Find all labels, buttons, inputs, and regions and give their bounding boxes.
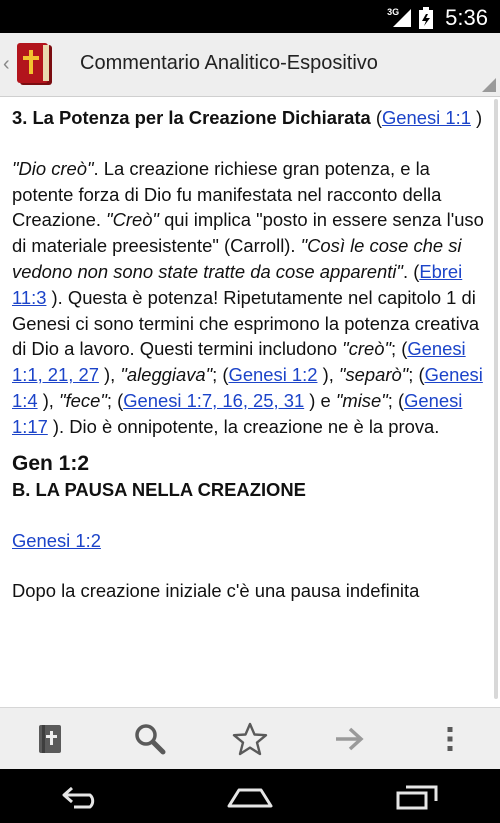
quote-text: "Dio creò" xyxy=(12,157,94,179)
bible-button[interactable] xyxy=(26,715,74,763)
sub-heading: B. LA PAUSA NELLA CREAZIONE xyxy=(12,478,306,500)
bible-icon xyxy=(39,724,61,753)
body-text: . ( xyxy=(402,260,420,282)
bottom-toolbar xyxy=(0,707,500,769)
body-text: ) e xyxy=(304,389,336,411)
signal-icon: 3G xyxy=(387,7,413,29)
quote-text: "separò" xyxy=(338,364,409,386)
body-text: ). Dio è onnipotente, la creazione ne è … xyxy=(47,415,440,437)
section-heading: 3. La Potenza per la Creazione Dichiarat… xyxy=(12,107,371,128)
body-text: ), xyxy=(37,389,60,411)
back-button[interactable] xyxy=(53,777,113,817)
quote-text: "Creò" xyxy=(106,209,159,231)
search-button[interactable] xyxy=(126,715,174,763)
section-heading-line: 3. La Potenza per la Creazione Dichiarat… xyxy=(12,105,488,131)
action-bar: ‹ Commentario Analitico-Espositivo xyxy=(0,33,500,97)
star-icon xyxy=(232,722,268,755)
forward-arrow-icon xyxy=(336,727,364,750)
search-icon xyxy=(135,723,166,754)
navigation-bar xyxy=(0,770,500,823)
status-icons: 3G 5:36 xyxy=(387,5,488,31)
body-text: ), xyxy=(98,364,121,386)
status-clock: 5:36 xyxy=(445,5,488,30)
home-icon xyxy=(227,788,273,807)
up-chevron-icon[interactable]: ‹ xyxy=(3,53,10,76)
verse-ref-line: Genesi 1:2 xyxy=(12,528,488,554)
body-text: ; ( xyxy=(387,389,405,411)
overflow-menu-button[interactable] xyxy=(426,715,474,763)
body-text: ; ( xyxy=(106,389,124,411)
forward-button[interactable] xyxy=(326,715,374,763)
quote-text: "creò" xyxy=(342,338,392,360)
action-bar-title: Commentario Analitico-Espositivo xyxy=(80,52,378,74)
body-text: ; ( xyxy=(408,364,425,386)
battery-icon xyxy=(419,7,434,29)
quote-text: "aleggiava" xyxy=(120,364,213,386)
scrollbar[interactable] xyxy=(494,99,498,699)
commentary-paragraph-2: Dopo la creazione iniziale c'è una pausa… xyxy=(12,580,420,602)
overflow-menu-icon xyxy=(447,726,453,751)
spinner-indicator-icon xyxy=(482,78,496,92)
bible-app-icon xyxy=(17,43,52,85)
app-home-button[interactable] xyxy=(14,41,56,92)
verse-link-genesi-1-2[interactable]: Genesi 1:2 xyxy=(229,364,318,385)
body-text: ), xyxy=(317,364,339,386)
quote-text: "mise" xyxy=(335,389,388,411)
home-button[interactable] xyxy=(220,777,280,817)
quote-text: "fece" xyxy=(59,389,107,411)
commentary-text: 3. La Potenza per la Creazione Dichiarat… xyxy=(0,97,500,604)
paren: ( xyxy=(370,107,382,128)
body-text: ; ( xyxy=(391,338,408,360)
recent-apps-button[interactable] xyxy=(387,777,447,817)
commentary-content[interactable]: 3. La Potenza per la Creazione Dichiarat… xyxy=(0,97,500,707)
network-type-label: 3G xyxy=(387,7,400,17)
commentary-paragraph: "Dio creò". La creazione richiese gran p… xyxy=(12,156,488,440)
verse-link-genesi-1-7-16-25-31[interactable]: Genesi 1:7, 16, 25, 31 xyxy=(123,390,304,411)
verse-link-genesi-1-1[interactable]: Genesi 1:1 xyxy=(382,107,471,128)
verse-heading: Gen 1:2 xyxy=(12,451,90,475)
bookmark-button[interactable] xyxy=(226,715,274,763)
verse-link-genesi-1-2-ref[interactable]: Genesi 1:2 xyxy=(12,530,101,551)
body-text: ; ( xyxy=(212,364,229,386)
recent-apps-icon xyxy=(396,785,438,809)
back-icon xyxy=(62,786,95,808)
paren: ) xyxy=(470,107,483,128)
status-bar: 3G 5:36 xyxy=(0,0,500,33)
